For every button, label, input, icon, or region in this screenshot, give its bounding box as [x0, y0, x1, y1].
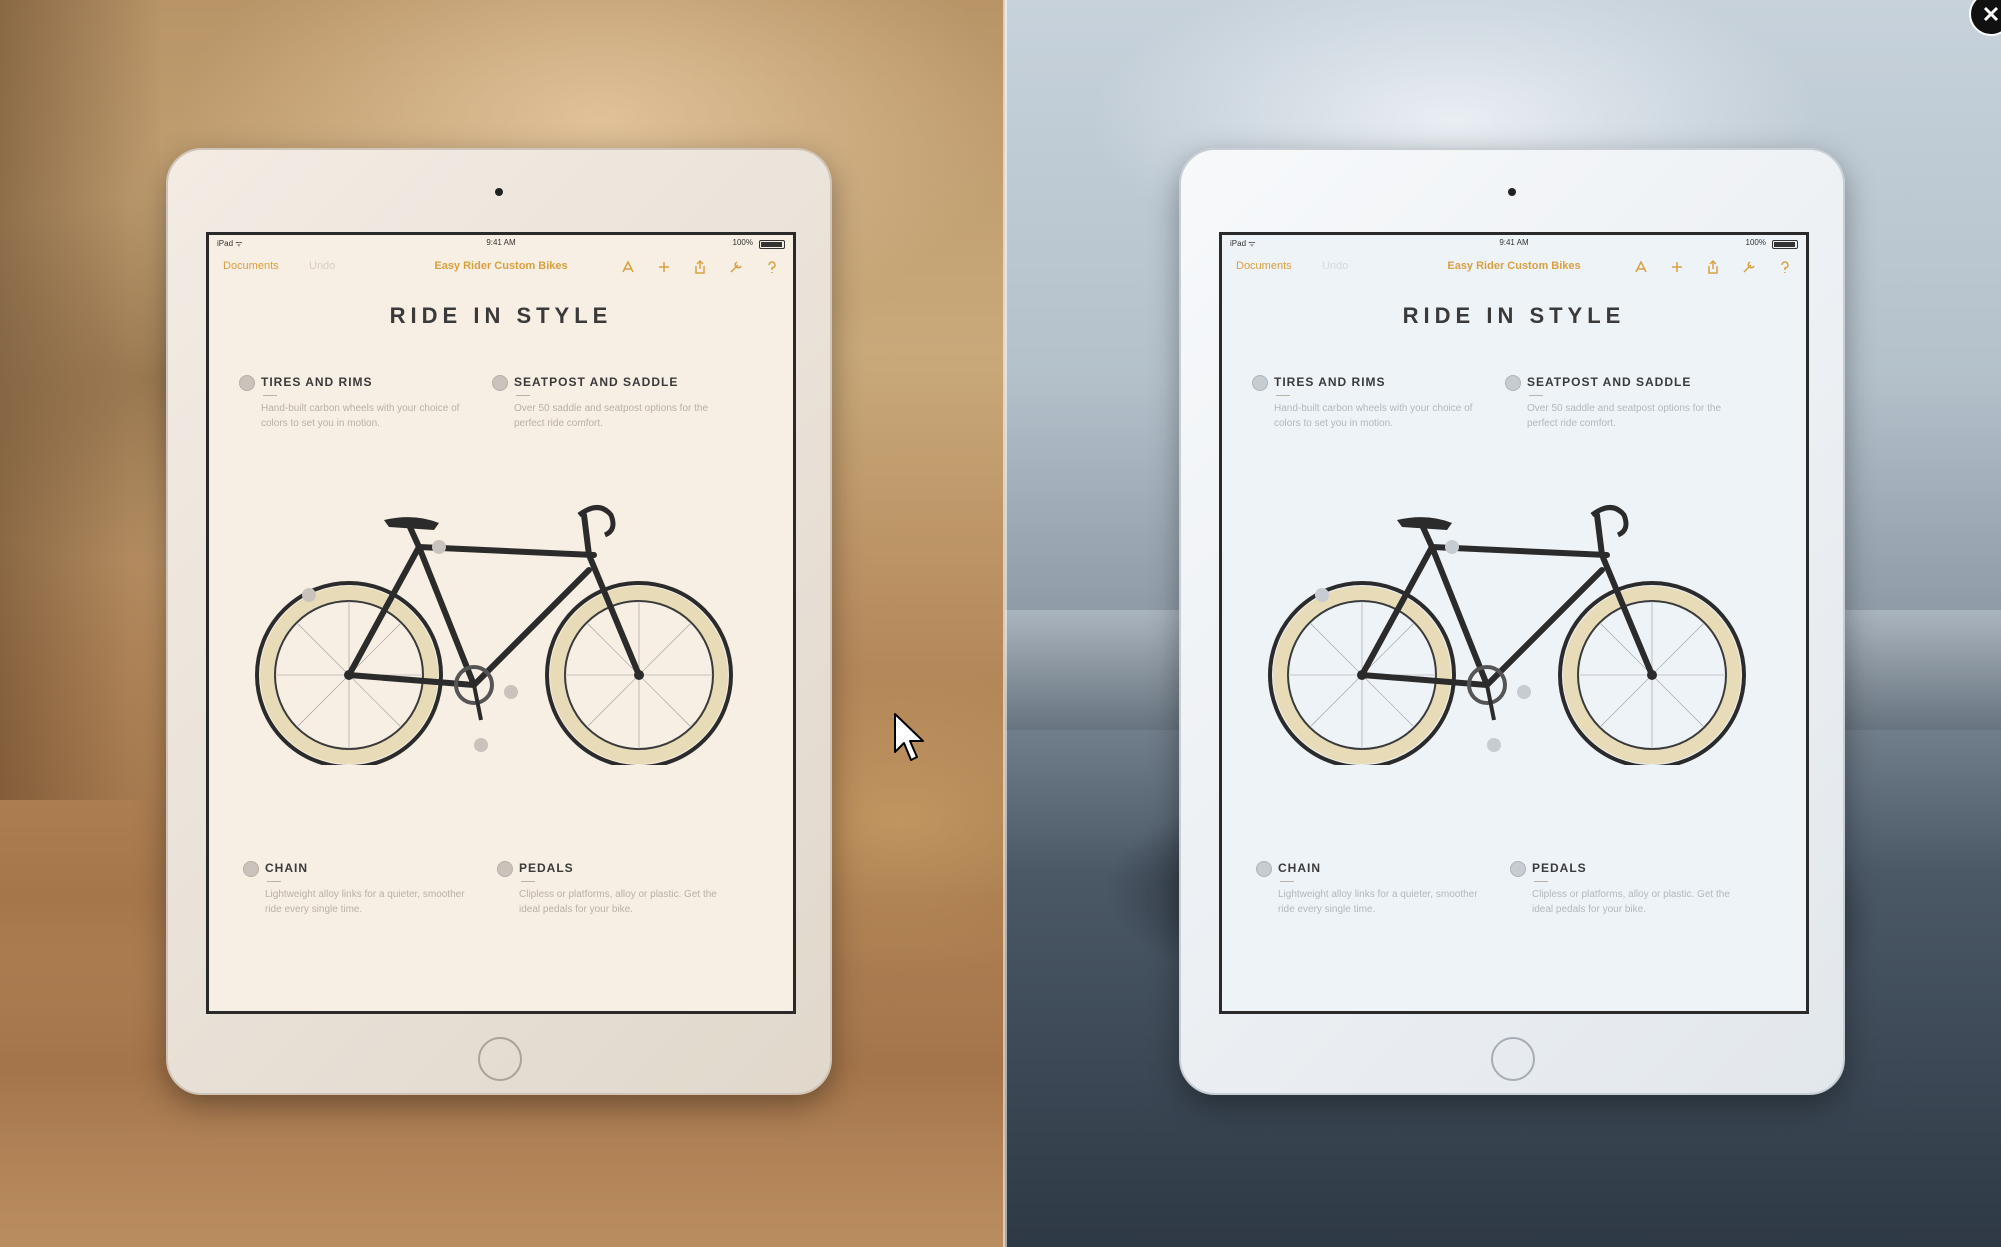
- share-icon[interactable]: [689, 256, 711, 278]
- plus-icon[interactable]: [653, 256, 675, 278]
- feature-description: Over 50 saddle and seatpost options for …: [1527, 403, 1722, 429]
- battery-label: 100%: [1745, 238, 1766, 247]
- feature-name: TIRES AND RIMS: [261, 375, 373, 389]
- plus-icon[interactable]: [1666, 256, 1688, 278]
- home-button[interactable]: [478, 1037, 522, 1081]
- split-divider: [1003, 0, 1007, 1247]
- feature-name: CHAIN: [265, 861, 308, 875]
- bicycle-illustration: [1268, 505, 1746, 765]
- wrench-icon[interactable]: [725, 256, 747, 278]
- bicycle-illustration: [255, 505, 733, 765]
- feature-name: PEDALS: [519, 861, 574, 875]
- feature-rule: [1529, 395, 1543, 396]
- brush-icon[interactable]: [617, 256, 639, 278]
- feature-name: SEATPOST AND SADDLE: [514, 375, 679, 389]
- page-title: RIDE IN STYLE: [1402, 303, 1626, 328]
- ipad-screen-left: iPad ᯤ 9:41 AM 100% Documents Undo Easy …: [206, 232, 796, 1014]
- battery-icon: [1772, 240, 1798, 249]
- feature-rule: [521, 881, 535, 882]
- video-frame: iPad ᯤ 9:41 AM 100% Documents Undo Easy …: [0, 0, 2001, 1247]
- status-bar: iPad ᯤ 9:41 AM 100%: [1222, 237, 1806, 249]
- feature-rule: [263, 395, 277, 396]
- feature-rule: [516, 395, 530, 396]
- front-camera: [495, 188, 503, 196]
- battery-icon: [759, 240, 785, 249]
- feature-name: CHAIN: [1278, 861, 1321, 875]
- callout-dot: [239, 375, 255, 391]
- feature-description: Lightweight alloy links for a quieter, s…: [1278, 889, 1478, 915]
- ipad-right: iPad ᯤ 9:41 AM 100% Documents Undo Easy …: [1179, 148, 1845, 1095]
- help-icon[interactable]: [1774, 256, 1796, 278]
- help-icon[interactable]: [761, 256, 783, 278]
- battery-label: 100%: [732, 238, 753, 247]
- front-camera: [1508, 188, 1516, 196]
- feature-description: Over 50 saddle and seatpost options for …: [514, 403, 709, 429]
- clock-label: 9:41 AM: [486, 238, 516, 247]
- feature-rule: [267, 881, 281, 882]
- feature-rule: [1276, 395, 1290, 396]
- callout-dot: [1510, 861, 1526, 877]
- page-title: RIDE IN STYLE: [389, 303, 613, 328]
- cursor-icon: [894, 713, 924, 761]
- home-button[interactable]: [1491, 1037, 1535, 1081]
- ipad-screen-right: iPad ᯤ 9:41 AM 100% Documents Undo Easy …: [1219, 232, 1809, 1014]
- feature-name: PEDALS: [1532, 861, 1587, 875]
- callout-dot: [1256, 861, 1272, 877]
- clock-label: 9:41 AM: [1499, 238, 1529, 247]
- blurred-shelf: [0, 0, 160, 800]
- brush-icon[interactable]: [1630, 256, 1652, 278]
- pages-toolbar: Documents Undo Easy Rider Custom Bikes: [209, 251, 793, 281]
- feature-description: Hand-built carbon wheels with your choic…: [1274, 403, 1473, 429]
- status-bar: iPad ᯤ 9:41 AM 100%: [209, 237, 793, 249]
- callout-dot: [1505, 375, 1521, 391]
- pages-toolbar: Documents Undo Easy Rider Custom Bikes: [1222, 251, 1806, 281]
- callout-dot: [492, 375, 508, 391]
- feature-rule: [1534, 881, 1548, 882]
- feature-description: Hand-built carbon wheels with your choic…: [261, 403, 460, 429]
- wrench-icon[interactable]: [1738, 256, 1760, 278]
- feature-rule: [1280, 881, 1294, 882]
- callout-dot: [497, 861, 513, 877]
- feature-description: Clipless or platforms, alloy or plastic.…: [519, 889, 717, 915]
- feature-name: TIRES AND RIMS: [1274, 375, 1386, 389]
- feature-description: Clipless or platforms, alloy or plastic.…: [1532, 889, 1730, 915]
- callout-dot: [243, 861, 259, 877]
- ipad-left: iPad ᯤ 9:41 AM 100% Documents Undo Easy …: [166, 148, 832, 1095]
- callout-dot: [1252, 375, 1268, 391]
- feature-name: SEATPOST AND SADDLE: [1527, 375, 1692, 389]
- share-icon[interactable]: [1702, 256, 1724, 278]
- feature-description: Lightweight alloy links for a quieter, s…: [265, 889, 465, 915]
